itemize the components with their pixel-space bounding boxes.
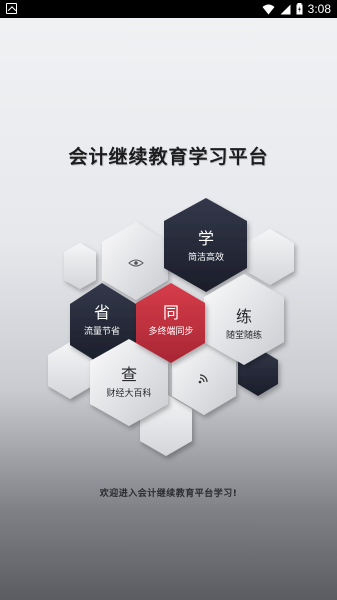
hex-sheng-label: 省 流量节省 bbox=[62, 304, 142, 338]
hex-eye[interactable] bbox=[102, 222, 168, 300]
hex-deco-right bbox=[246, 229, 294, 285]
hex-tong-char: 同 bbox=[162, 303, 179, 322]
hex-lian-sub: 随堂随练 bbox=[225, 331, 262, 341]
hex-sheng-sub: 流量节省 bbox=[83, 327, 120, 337]
hex-deco-left bbox=[64, 243, 96, 289]
hex-tong-label: 同 多终端同步 bbox=[131, 304, 211, 338]
welcome-text: 欢迎进入会计继续教育平台学习! bbox=[99, 489, 238, 499]
hex-cha-sub: 财经大百科 bbox=[106, 389, 152, 399]
hex-xue-sub: 简洁高效 bbox=[187, 253, 224, 263]
hex-xue-label: 学 简洁高效 bbox=[166, 230, 246, 264]
hex-cha-char: 查 bbox=[120, 365, 137, 384]
hexagon-menu bbox=[48, 198, 294, 456]
hex-tong-sub: 多终端同步 bbox=[148, 327, 194, 337]
hex-cha-label: 查 财经大百科 bbox=[89, 366, 169, 400]
hex-sheng-char: 省 bbox=[93, 303, 110, 322]
hex-lian-char: 练 bbox=[235, 307, 252, 326]
hex-lian-label: 练 随堂随练 bbox=[204, 308, 284, 342]
hex-xue-char: 学 bbox=[197, 229, 214, 248]
